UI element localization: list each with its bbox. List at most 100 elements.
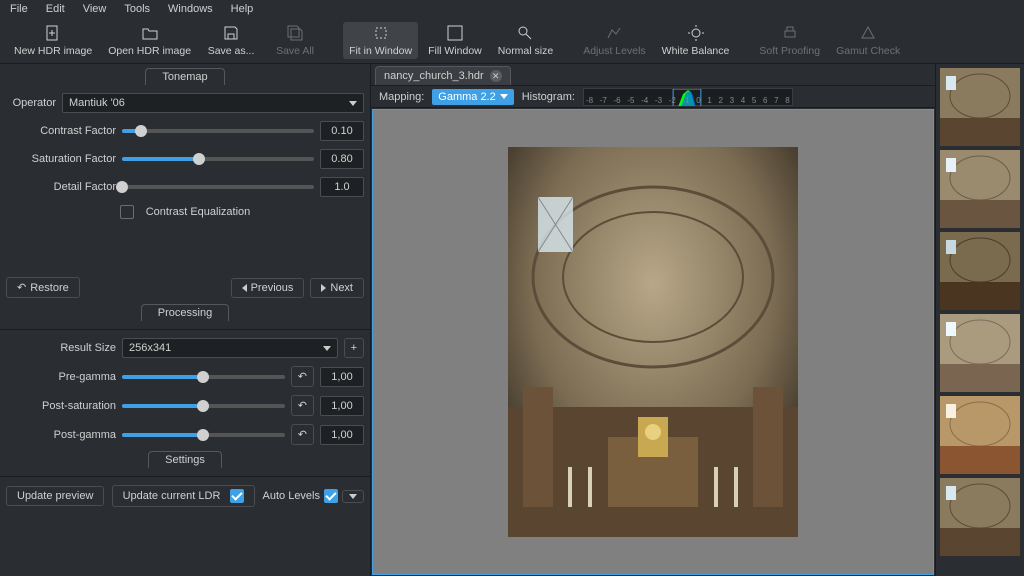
thumbnail-strip: [936, 64, 1024, 576]
new-hdr-label: New HDR image: [14, 45, 92, 57]
save-as-label: Save as...: [208, 45, 255, 57]
histogram-label: Histogram:: [522, 91, 575, 103]
restore-button[interactable]: ↶Restore: [6, 277, 80, 298]
adjust-levels-label: Adjust Levels: [583, 45, 645, 57]
image-viewport[interactable]: [372, 109, 934, 575]
update-preview-button[interactable]: Update preview: [6, 486, 104, 506]
previous-button[interactable]: Previous: [231, 278, 305, 298]
result-size-plus-button[interactable]: +: [344, 338, 364, 358]
adjust-levels-button[interactable]: Adjust Levels: [577, 22, 651, 59]
new-hdr-button[interactable]: New HDR image: [8, 22, 98, 59]
thumbnail[interactable]: [940, 68, 1020, 146]
auto-levels-checkbox[interactable]: [324, 489, 338, 503]
contrast-eq-checkbox[interactable]: [120, 205, 134, 219]
undo-icon: ↶: [17, 281, 26, 294]
chevron-right-icon: [321, 284, 326, 292]
postgamma-reset-button[interactable]: ↶: [291, 424, 314, 445]
menu-bar: File Edit View Tools Windows Help: [0, 0, 1024, 18]
white-balance-label: White Balance: [662, 45, 730, 57]
postgamma-label: Post-gamma: [6, 429, 116, 441]
histogram-ticks: -8-7-6-5-4-3-2-1012345678: [584, 89, 792, 105]
save-icon: [222, 24, 240, 42]
contrast-slider[interactable]: [122, 123, 314, 139]
fill-window-label: Fill Window: [428, 45, 482, 57]
next-button[interactable]: Next: [310, 278, 364, 298]
file-plus-icon: [44, 24, 62, 42]
save-all-button[interactable]: Save All: [265, 22, 325, 59]
open-hdr-label: Open HDR image: [108, 45, 191, 57]
postsat-value[interactable]: 1,00: [320, 396, 364, 416]
detail-label: Detail Factor: [6, 181, 116, 193]
auto-levels-label: Auto Levels: [263, 490, 320, 502]
result-size-label: Result Size: [6, 342, 116, 354]
detail-value[interactable]: 1.0: [320, 177, 364, 197]
saturation-label: Saturation Factor: [6, 153, 116, 165]
update-ldr-button[interactable]: Update current LDR: [112, 485, 256, 507]
contrast-value[interactable]: 0.10: [320, 121, 364, 141]
chevron-down-icon: [323, 346, 331, 351]
fit-window-icon: [372, 24, 390, 42]
menu-windows[interactable]: Windows: [168, 3, 213, 15]
save-all-icon: [286, 24, 304, 42]
save-as-button[interactable]: Save as...: [201, 22, 261, 59]
gamut-check-label: Gamut Check: [836, 45, 900, 57]
pregamma-slider[interactable]: [122, 369, 285, 385]
hdr-image: [508, 147, 798, 537]
saturation-value[interactable]: 0.80: [320, 149, 364, 169]
auto-levels-dropdown[interactable]: [342, 490, 364, 503]
update-ldr-checkbox[interactable]: [230, 489, 244, 503]
center-panel: nancy_church_3.hdr ✕ Mapping: Gamma 2.2 …: [370, 64, 936, 576]
fill-window-button[interactable]: Fill Window: [422, 22, 488, 59]
tonemap-tab: Tonemap: [6, 68, 364, 85]
fit-window-label: Fit in Window: [349, 45, 412, 57]
thumbnail[interactable]: [940, 232, 1020, 310]
close-icon[interactable]: ✕: [490, 70, 502, 82]
operator-value: Mantiuk '06: [69, 97, 125, 109]
result-size-select[interactable]: 256x341: [122, 338, 338, 358]
thumbnail[interactable]: [940, 314, 1020, 392]
thumbnail[interactable]: [940, 396, 1020, 474]
tab-filename: nancy_church_3.hdr: [384, 70, 484, 82]
chevron-down-icon: [349, 494, 357, 499]
postsat-reset-button[interactable]: ↶: [291, 395, 314, 416]
menu-tools[interactable]: Tools: [124, 3, 150, 15]
menu-edit[interactable]: Edit: [46, 3, 65, 15]
mapping-bar: Mapping: Gamma 2.2 Histogram: -8-7-6-5-4…: [371, 86, 935, 108]
postgamma-value[interactable]: 1,00: [320, 425, 364, 445]
open-hdr-button[interactable]: Open HDR image: [102, 22, 197, 59]
soft-proofing-button[interactable]: Soft Proofing: [753, 22, 826, 59]
thumbnail[interactable]: [940, 150, 1020, 228]
menu-help[interactable]: Help: [231, 3, 254, 15]
settings-tab: Settings: [6, 451, 364, 468]
pregamma-reset-button[interactable]: ↶: [291, 366, 314, 387]
saturation-slider[interactable]: [122, 151, 314, 167]
menu-view[interactable]: View: [83, 3, 107, 15]
chevron-left-icon: [242, 284, 247, 292]
main-area: Tonemap Operator Mantiuk '06 Contrast Fa…: [0, 64, 1024, 576]
save-all-label: Save All: [276, 45, 314, 57]
gamut-icon: [859, 24, 877, 42]
result-size-value: 256x341: [129, 342, 171, 354]
left-panel: Tonemap Operator Mantiuk '06 Contrast Fa…: [0, 64, 370, 576]
mapping-value: Gamma 2.2: [438, 91, 495, 103]
normal-size-label: Normal size: [498, 45, 553, 57]
thumbnail[interactable]: [940, 478, 1020, 556]
soft-proofing-label: Soft Proofing: [759, 45, 820, 57]
white-balance-button[interactable]: White Balance: [656, 22, 736, 59]
postgamma-slider[interactable]: [122, 427, 285, 443]
wb-icon: [687, 24, 705, 42]
operator-label: Operator: [6, 97, 56, 109]
detail-slider[interactable]: [122, 179, 314, 195]
fit-window-button[interactable]: Fit in Window: [343, 22, 418, 59]
pregamma-value[interactable]: 1,00: [320, 367, 364, 387]
normal-size-button[interactable]: Normal size: [492, 22, 559, 59]
menu-file[interactable]: File: [10, 3, 28, 15]
mapping-select[interactable]: Gamma 2.2: [432, 89, 513, 105]
document-tab[interactable]: nancy_church_3.hdr ✕: [375, 66, 511, 85]
histogram[interactable]: -8-7-6-5-4-3-2-1012345678: [583, 88, 793, 106]
postsat-slider[interactable]: [122, 398, 285, 414]
chevron-down-icon: [500, 94, 508, 99]
gamut-check-button[interactable]: Gamut Check: [830, 22, 906, 59]
operator-select[interactable]: Mantiuk '06: [62, 93, 364, 113]
levels-icon: [605, 24, 623, 42]
